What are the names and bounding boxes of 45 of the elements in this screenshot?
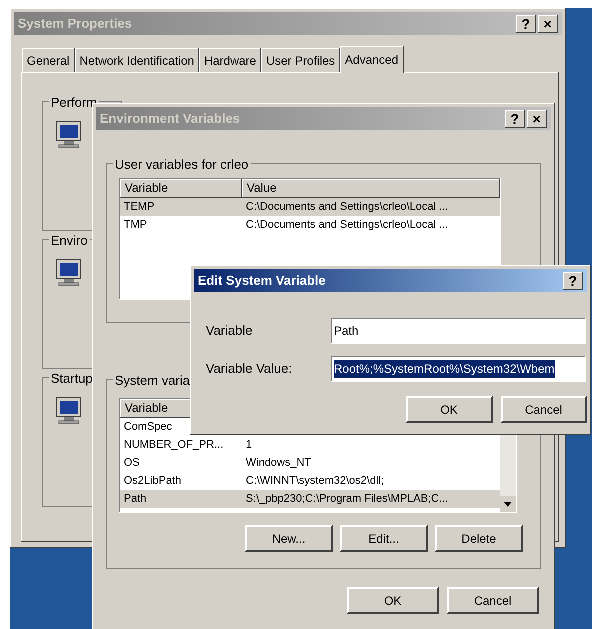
monitor-icon: [55, 120, 83, 150]
table-cell-text: ComSpec: [123, 420, 174, 435]
push-button[interactable]: OK: [347, 587, 439, 614]
push-button[interactable]: Edit...: [340, 525, 428, 552]
title-button[interactable]: ×: [527, 110, 547, 128]
table-cell-text: Windows_NT: [245, 456, 312, 471]
window-title: System Properties: [18, 14, 134, 33]
column-header[interactable]: Variable: [120, 179, 242, 198]
monitor-icon: [55, 258, 83, 288]
push-button[interactable]: Delete: [435, 525, 523, 552]
field-label: Variable Value:: [206, 360, 294, 378]
tab[interactable]: Advanced: [340, 46, 404, 73]
list-row[interactable]: TEMP C:\Documents and Settings\crleo\Local ...: [120, 198, 500, 216]
list-row[interactable]: Path S:\_pbp230;C:\Program Files\MPLAB;C...: [120, 490, 500, 508]
window-title: Edit System Variable: [198, 272, 327, 290]
push-button[interactable]: OK: [406, 396, 492, 423]
table-cell-text: C:\WINNT\system32\os2\dll;: [245, 474, 384, 489]
table-cell-text: C:\Documents and Settings\crleo\Local ...: [245, 218, 448, 233]
title-button[interactable]: ×: [538, 14, 558, 32]
monitor-icon: [55, 396, 83, 426]
push-button[interactable]: Cancel: [500, 396, 587, 423]
push-button[interactable]: Cancel: [447, 587, 539, 614]
table-cell-text: OS: [123, 456, 141, 471]
title-button[interactable]: ?: [505, 110, 525, 128]
table-cell-text: TMP: [123, 218, 148, 233]
table-cell-text: Path: [123, 492, 148, 507]
table-cell-text: Os2LibPath: [123, 474, 182, 489]
input-field[interactable]: Path: [331, 318, 586, 344]
tab[interactable]: Hardware: [199, 48, 262, 72]
table-cell-text: 1: [245, 438, 252, 453]
table-cell-text: NUMBER_OF_PR...: [123, 438, 225, 453]
title-button[interactable]: ?: [563, 272, 583, 290]
tab[interactable]: User Profiles: [261, 48, 340, 72]
column-header[interactable]: Value: [242, 179, 500, 198]
window-title: Environment Variables: [100, 110, 242, 128]
scroll-down-icon[interactable]: [500, 496, 516, 512]
field-label: Variable: [206, 322, 254, 340]
tab[interactable]: Network Identification: [74, 48, 200, 72]
push-button[interactable]: New...: [245, 525, 333, 552]
table-cell-text: S:\_pbp230;C:\Program Files\MPLAB;C...: [245, 492, 448, 507]
tab[interactable]: General: [22, 48, 75, 72]
title-button[interactable]: ?: [516, 14, 536, 32]
table-cell-text: TEMP: [123, 200, 156, 215]
input-field[interactable]: Root%;%SystemRoot%\System32\Wbem: [331, 356, 586, 382]
table-cell-text: C:\Documents and Settings\crleo\Local ...: [245, 200, 448, 215]
